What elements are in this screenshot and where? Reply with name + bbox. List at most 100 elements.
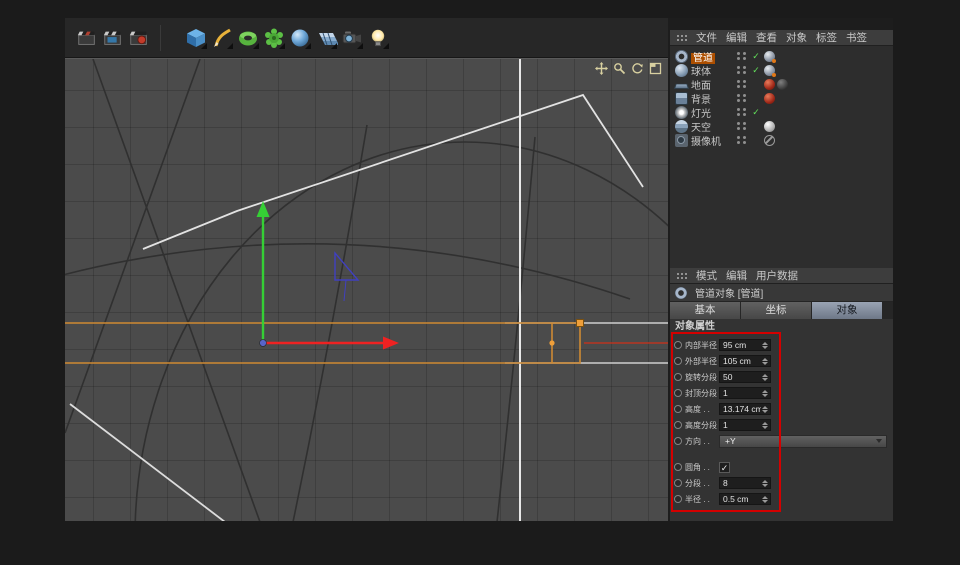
scene-light-icon[interactable] <box>366 24 390 52</box>
tube-point-handle[interactable] <box>549 340 554 345</box>
keyframe-circle-icon[interactable] <box>674 373 682 381</box>
prop-row-height-segments: 高度分段 1 <box>670 417 893 433</box>
protection-tag-icon[interactable] <box>764 135 775 146</box>
stepper-icon[interactable] <box>761 388 769 398</box>
background-icon <box>675 92 688 105</box>
segments-input[interactable]: 8 <box>719 477 771 489</box>
am-menu-mode[interactable]: 模式 <box>696 268 717 283</box>
keyframe-circle-icon[interactable] <box>674 341 682 349</box>
keyframe-circle-icon[interactable] <box>674 463 682 471</box>
rotate-icon[interactable] <box>631 62 644 75</box>
stepper-icon[interactable] <box>761 478 769 488</box>
stepper-icon[interactable] <box>761 494 769 504</box>
outer-radius-input[interactable]: 105 cm <box>719 355 771 367</box>
enabled-check-icon[interactable]: ✓ <box>750 107 762 118</box>
enabled-check-icon[interactable]: ✓ <box>750 65 762 76</box>
maximize-icon[interactable] <box>649 62 662 75</box>
material-tag-icon[interactable] <box>777 79 788 90</box>
om-menu-view[interactable]: 查看 <box>756 30 777 45</box>
visibility-dots-icon[interactable] <box>737 52 740 55</box>
inner-radius-input[interactable]: 95 cm <box>719 339 771 351</box>
deformer-sphere-icon[interactable] <box>288 24 312 52</box>
panel-grip-icon[interactable] <box>676 33 687 42</box>
keyframe-circle-icon[interactable] <box>674 389 682 397</box>
pen-spline-icon[interactable] <box>210 24 234 52</box>
viewport[interactable] <box>65 58 668 521</box>
om-menu-edit[interactable]: 编辑 <box>726 30 747 45</box>
stepper-icon[interactable] <box>761 356 769 366</box>
row-spacer <box>670 449 893 459</box>
fillet-checkbox[interactable]: ✓ <box>719 462 730 473</box>
tube-corner-handle[interactable] <box>577 320 584 327</box>
material-tag-icon[interactable] <box>764 93 775 104</box>
cube-primitive-icon[interactable] <box>184 24 208 52</box>
visibility-dots-icon[interactable] <box>737 80 740 83</box>
scene-camera-icon[interactable] <box>340 24 364 52</box>
stepper-icon[interactable] <box>761 420 769 430</box>
prop-row-segments: 分段 . . 8 <box>670 475 893 491</box>
floor-array-icon[interactable] <box>314 24 338 52</box>
rotation-segments-input[interactable]: 50 <box>719 371 771 383</box>
phong-tag-icon[interactable] <box>764 65 775 76</box>
height-segments-input[interactable]: 1 <box>719 419 771 431</box>
keyframe-circle-icon[interactable] <box>674 479 682 487</box>
height-input[interactable]: 13.174 cm <box>719 403 771 415</box>
tab-basic[interactable]: 基本 <box>670 302 740 319</box>
object-row-pipe[interactable]: 管道 ✓ <box>670 49 893 63</box>
am-menu-userdata[interactable]: 用户数据 <box>756 268 798 283</box>
om-menu-objects[interactable]: 对象 <box>786 30 807 45</box>
om-menu-file[interactable]: 文件 <box>696 30 717 45</box>
render-settings-icon[interactable] <box>127 24 151 52</box>
om-menu-bookmarks[interactable]: 书签 <box>846 30 867 45</box>
object-row-sky[interactable]: 天空 <box>670 119 893 133</box>
tube-icon <box>675 287 687 299</box>
stepper-icon[interactable] <box>761 340 769 350</box>
object-row-camera[interactable]: 摄像机 <box>670 133 893 147</box>
attribute-tabs: 基本 坐标 对象 <box>670 302 893 319</box>
phong-tag-icon[interactable] <box>764 51 775 62</box>
object-origin-handle[interactable] <box>260 340 267 347</box>
modifier-icon[interactable] <box>262 24 286 52</box>
keyframe-circle-icon[interactable] <box>674 421 682 429</box>
attribute-title: 管道对象 [管道] <box>695 285 763 300</box>
sphere-icon <box>675 64 688 77</box>
render-picture-viewer-icon[interactable] <box>101 24 125 52</box>
highlighted-edges <box>70 59 668 521</box>
keyframe-circle-icon[interactable] <box>674 437 682 445</box>
enabled-check-icon[interactable]: ✓ <box>750 51 762 62</box>
visibility-dots-icon[interactable] <box>737 122 740 125</box>
pan-icon[interactable] <box>595 62 608 75</box>
torus-generator-icon[interactable] <box>236 24 260 52</box>
panel-grip-icon[interactable] <box>676 271 687 280</box>
prop-row-fillet: 圆角 . . ✓ <box>670 459 893 475</box>
material-tag-icon[interactable] <box>764 121 775 132</box>
zoom-icon[interactable] <box>613 62 626 75</box>
cap-segments-input[interactable]: 1 <box>719 387 771 399</box>
tube-icon <box>675 50 688 63</box>
keyframe-circle-icon[interactable] <box>674 357 682 365</box>
am-menu-edit[interactable]: 编辑 <box>726 268 747 283</box>
stepper-icon[interactable] <box>761 372 769 382</box>
visibility-dots-icon[interactable] <box>737 66 740 69</box>
right-panel: 文件 编辑 查看 对象 标签 书签 管道 ✓ 球体 <box>670 18 893 521</box>
visibility-dots-icon[interactable] <box>737 94 740 97</box>
stepper-icon[interactable] <box>761 404 769 414</box>
object-row-background[interactable]: 背景 <box>670 91 893 105</box>
keyframe-circle-icon[interactable] <box>674 495 682 503</box>
object-row-floor[interactable]: 地面 <box>670 77 893 91</box>
tab-object[interactable]: 对象 <box>812 302 882 319</box>
visibility-dots-icon[interactable] <box>737 108 740 111</box>
object-row-light[interactable]: 灯光 ✓ <box>670 105 893 119</box>
keyframe-circle-icon[interactable] <box>674 405 682 413</box>
object-manager-menubar: 文件 编辑 查看 对象 标签 书签 <box>670 30 893 46</box>
om-menu-tags[interactable]: 标签 <box>816 30 837 45</box>
object-row-sphere[interactable]: 球体 ✓ <box>670 63 893 77</box>
material-tag-icon[interactable] <box>764 79 775 90</box>
attribute-title-bar: 管道对象 [管道] <box>670 284 893 302</box>
radius-input[interactable]: 0.5 cm <box>719 493 771 505</box>
render-view-icon[interactable] <box>75 24 99 52</box>
visibility-dots-icon[interactable] <box>737 136 740 139</box>
tab-coordinates[interactable]: 坐标 <box>741 302 811 319</box>
orientation-dropdown[interactable]: +Y <box>719 435 887 448</box>
viewport-canvas[interactable] <box>65 59 668 521</box>
